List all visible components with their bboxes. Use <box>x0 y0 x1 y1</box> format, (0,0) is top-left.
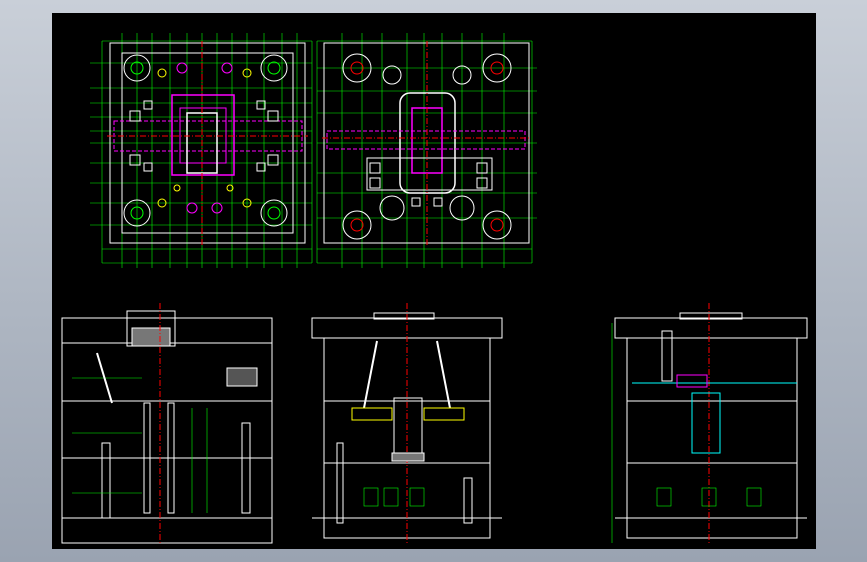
plan-left-guide-pins <box>123 54 288 227</box>
section-b-ejectors <box>363 487 425 507</box>
plan-right-ejector-plate <box>366 157 493 191</box>
plan-right-bolts <box>369 162 488 207</box>
section-a-ejector-pins <box>101 402 251 519</box>
section-view-c <box>611 303 808 543</box>
section-c-core <box>691 392 721 454</box>
section-b-core <box>393 397 423 459</box>
section-view-a <box>61 303 273 544</box>
section-b-angle-pin-right <box>436 340 451 409</box>
cad-viewport[interactable] <box>52 13 816 549</box>
section-c-body <box>626 337 798 539</box>
plan-view-right <box>316 33 537 268</box>
cad-drawing <box>61 33 808 544</box>
plan-right-slide <box>326 130 526 150</box>
section-b-angle-pin-left <box>363 340 378 409</box>
section-view-b <box>311 303 503 543</box>
plan-view-left <box>90 33 313 268</box>
section-c-top-plate <box>614 317 808 339</box>
section-a-dimensions <box>72 377 208 513</box>
section-a-frame <box>61 317 273 544</box>
